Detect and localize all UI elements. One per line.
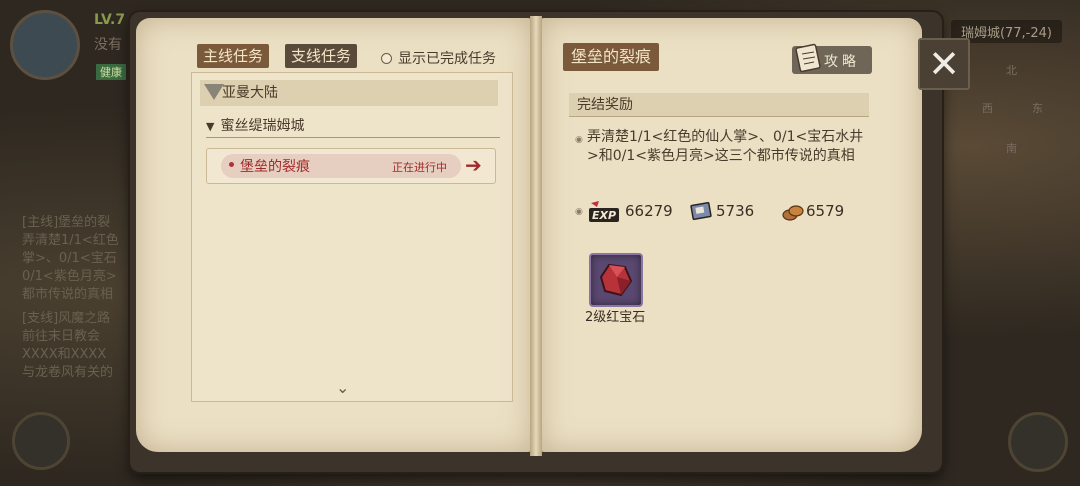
exp-icon: EXP bbox=[589, 201, 619, 222]
bullet-icon: ◉ bbox=[575, 135, 583, 145]
svg-text:EXP: EXP bbox=[592, 209, 616, 222]
player-level: LV.7 bbox=[94, 12, 126, 28]
player-status: 没有 bbox=[94, 37, 122, 53]
rewards-header: 完结奖励 bbox=[569, 93, 869, 117]
show-completed-label: 显示已完成任务 bbox=[398, 51, 496, 67]
guide-button[interactable]: 攻略 bbox=[792, 43, 872, 74]
quest-log-overlay: [主线]堡垒的裂 弄清楚1/1<红色 掌>、0/1<宝石 0/1<紫色月亮> 都… bbox=[22, 214, 142, 382]
log-line: 弄清楚1/1<红色 bbox=[22, 233, 119, 248]
guide-label: 攻略 bbox=[824, 54, 860, 70]
quest-list-item[interactable]: 堡垒的裂痕 正在进行中 ➔ bbox=[206, 148, 496, 184]
city-group[interactable]: ▼ 蜜丝缇瑞姆城 bbox=[206, 114, 500, 138]
quest-item-name: 堡垒的裂痕 bbox=[240, 159, 310, 175]
compass-north: 北 bbox=[1006, 64, 1017, 77]
log-line: [主线]堡垒的裂 bbox=[22, 215, 111, 230]
card-icon bbox=[690, 201, 712, 221]
triangle-down-icon bbox=[204, 84, 224, 100]
quest-description: ◉ 弄清楚1/1<红色的仙人掌>、0/1<宝石水井>和0/1<紫色月亮>这三个都… bbox=[575, 128, 867, 166]
book-right-page bbox=[540, 18, 922, 452]
exp-reward: 66279 bbox=[625, 202, 673, 220]
card-reward: 5736 bbox=[716, 202, 755, 220]
close-button[interactable]: ✕ bbox=[918, 38, 970, 90]
health-tag: 健康 bbox=[96, 64, 126, 80]
compass-south: 南 bbox=[1006, 142, 1017, 155]
reward-item-name: 2级红宝石 bbox=[585, 310, 646, 325]
player-avatar[interactable] bbox=[10, 10, 80, 80]
region-name: 亚曼大陆 bbox=[222, 85, 278, 101]
scroll-icon bbox=[795, 43, 821, 73]
log-line: 都市传说的真相 bbox=[22, 287, 114, 302]
radio-icon[interactable] bbox=[381, 52, 392, 64]
log-line: 0/1<紫色月亮> bbox=[22, 269, 117, 284]
hud-corner-button-right[interactable] bbox=[1008, 412, 1068, 472]
log-line: XXXX和XXXX bbox=[22, 347, 107, 362]
compass-west: 西 bbox=[982, 102, 993, 115]
coin-icon bbox=[782, 205, 804, 221]
log-line: 与龙卷风有关的 bbox=[22, 365, 114, 380]
chevron-down-icon[interactable]: ⌄ bbox=[336, 378, 349, 397]
tab-main-quests[interactable]: 主线任务 bbox=[197, 44, 270, 68]
log-line: [支线]风魔之路 bbox=[22, 311, 111, 326]
reward-item-slot[interactable] bbox=[589, 253, 643, 307]
city-name: 蜜丝缇瑞姆城 bbox=[220, 118, 305, 134]
arrow-right-icon[interactable]: ➔ bbox=[465, 153, 482, 177]
tab-side-quests[interactable]: 支线任务 bbox=[285, 44, 358, 68]
ruby-icon bbox=[599, 263, 633, 297]
show-completed-toggle[interactable]: 显示已完成任务 bbox=[381, 48, 496, 68]
bullet-icon: ◉ bbox=[575, 207, 583, 217]
log-line: 掌>、0/1<宝石 bbox=[22, 251, 117, 266]
hud-corner-button-left[interactable] bbox=[12, 412, 70, 470]
compass-east: 东 bbox=[1032, 102, 1043, 115]
compass: 北 西 东 南 bbox=[982, 62, 1043, 162]
quest-description-text: 弄清楚1/1<红色的仙人掌>、0/1<宝石水井>和0/1<紫色月亮>这三个都市传… bbox=[587, 129, 864, 164]
quest-title: 堡垒的裂痕 bbox=[563, 43, 660, 71]
book-spine bbox=[530, 16, 542, 456]
log-line: 前往末日教会 bbox=[22, 329, 101, 344]
bullet-icon bbox=[229, 162, 234, 167]
reward-list: ◉ EXP 66279 5736 6579 bbox=[575, 199, 875, 225]
coin-reward: 6579 bbox=[806, 202, 845, 220]
caret-down-icon: ▼ bbox=[206, 120, 215, 133]
quest-item-status: 正在进行中 bbox=[392, 161, 447, 174]
region-header[interactable]: 亚曼大陆 bbox=[200, 80, 498, 106]
